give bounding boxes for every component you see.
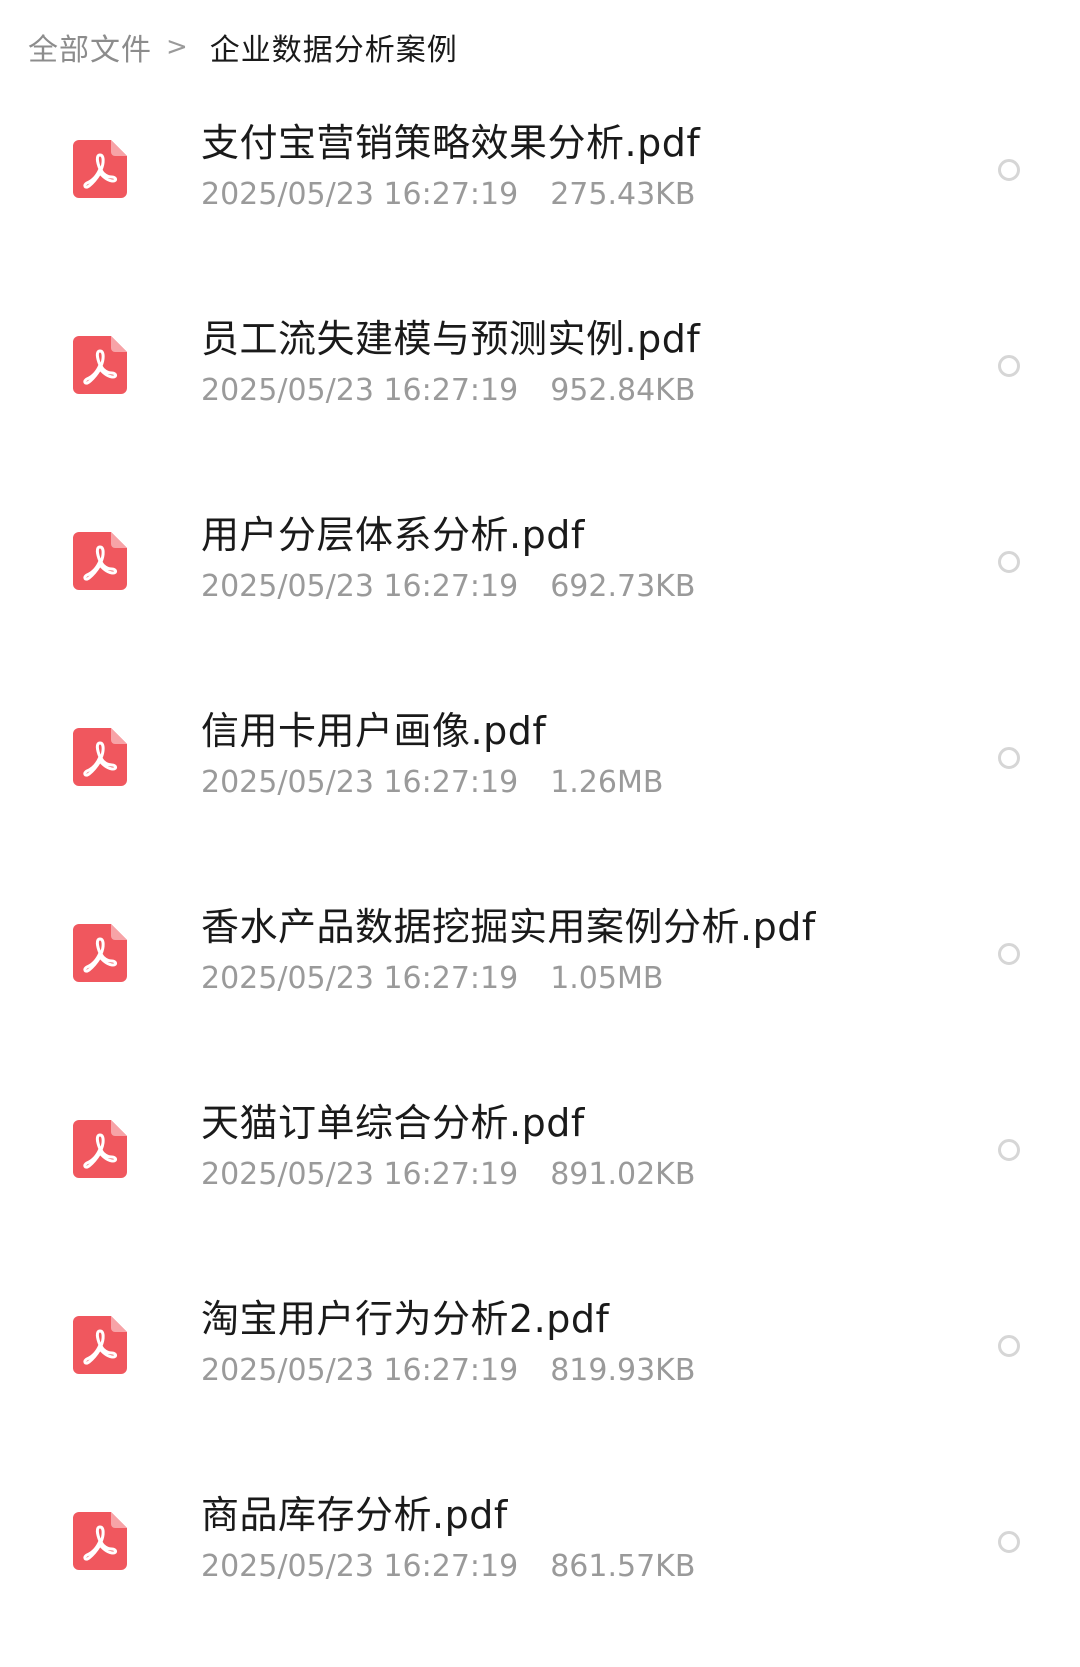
file-date: 2025/05/23 16:27:19: [201, 177, 519, 212]
file-meta: 2025/05/23 16:27:19 1.05MB: [201, 961, 663, 996]
select-radio[interactable]: [998, 1139, 1020, 1161]
breadcrumb-root-link[interactable]: 全部文件: [28, 25, 152, 69]
file-browser-page: 全部文件 > 企业数据分析案例 支付宝营销策略效果分析.pdf 2025/05/…: [0, 0, 1080, 1667]
pdf-file-icon: [73, 728, 127, 786]
file-size: 692.73KB: [550, 569, 696, 604]
file-name: 天猫订单综合分析.pdf: [201, 1101, 585, 1145]
select-radio[interactable]: [998, 159, 1020, 181]
file-name: 支付宝营销策略效果分析.pdf: [201, 121, 701, 165]
file-date: 2025/05/23 16:27:19: [201, 961, 519, 996]
file-row[interactable]: 香水产品数据挖掘实用案例分析.pdf 2025/05/23 16:27:19 1.…: [0, 882, 1080, 1078]
pdf-file-icon: [73, 140, 127, 198]
pdf-file-icon: [73, 1316, 127, 1374]
file-row[interactable]: 信用卡用户画像.pdf 2025/05/23 16:27:19 1.26MB: [0, 686, 1080, 882]
file-name: 香水产品数据挖掘实用案例分析.pdf: [201, 905, 816, 949]
breadcrumb: 全部文件 > 企业数据分析案例: [28, 22, 458, 72]
select-radio[interactable]: [998, 1531, 1020, 1553]
breadcrumb-current-folder: 企业数据分析案例: [209, 33, 458, 68]
file-meta: 2025/05/23 16:27:19 692.73KB: [201, 569, 695, 604]
file-date: 2025/05/23 16:27:19: [201, 765, 519, 800]
file-row[interactable]: 员工流失建模与预测实例.pdf 2025/05/23 16:27:19 952.8…: [0, 294, 1080, 490]
file-meta: 2025/05/23 16:27:19 861.57KB: [201, 1549, 695, 1584]
file-row[interactable]: 商品库存分析.pdf 2025/05/23 16:27:19 861.57KB: [0, 1470, 1080, 1666]
file-meta: 2025/05/23 16:27:19 275.43KB: [201, 177, 695, 212]
file-meta: 2025/05/23 16:27:19 819.93KB: [201, 1353, 695, 1388]
file-name: 商品库存分析.pdf: [201, 1493, 508, 1537]
file-size: 952.84KB: [550, 373, 696, 408]
file-list: 支付宝营销策略效果分析.pdf 2025/05/23 16:27:19 275.4…: [0, 98, 1080, 1666]
file-name: 用户分层体系分析.pdf: [201, 513, 585, 557]
file-name: 淘宝用户行为分析2.pdf: [201, 1297, 610, 1341]
select-radio[interactable]: [998, 747, 1020, 769]
pdf-file-icon: [73, 1512, 127, 1570]
file-date: 2025/05/23 16:27:19: [201, 373, 519, 408]
file-size: 861.57KB: [550, 1549, 696, 1584]
file-date: 2025/05/23 16:27:19: [201, 1353, 519, 1388]
select-radio[interactable]: [998, 551, 1020, 573]
pdf-file-icon: [73, 924, 127, 982]
file-name: 信用卡用户画像.pdf: [201, 709, 547, 753]
pdf-file-icon: [73, 532, 127, 590]
file-size: 1.26MB: [550, 765, 664, 800]
file-meta: 2025/05/23 16:27:19 891.02KB: [201, 1157, 695, 1192]
file-row[interactable]: 用户分层体系分析.pdf 2025/05/23 16:27:19 692.73KB: [0, 490, 1080, 686]
pdf-file-icon: [73, 336, 127, 394]
file-size: 819.93KB: [550, 1353, 696, 1388]
breadcrumb-separator: >: [166, 32, 188, 62]
file-size: 891.02KB: [550, 1157, 696, 1192]
file-row[interactable]: 淘宝用户行为分析2.pdf 2025/05/23 16:27:19 819.93K…: [0, 1274, 1080, 1470]
file-date: 2025/05/23 16:27:19: [201, 1549, 519, 1584]
pdf-file-icon: [73, 1120, 127, 1178]
select-radio[interactable]: [998, 1335, 1020, 1357]
file-name: 员工流失建模与预测实例.pdf: [201, 317, 701, 361]
file-date: 2025/05/23 16:27:19: [201, 569, 519, 604]
file-row[interactable]: 支付宝营销策略效果分析.pdf 2025/05/23 16:27:19 275.4…: [0, 98, 1080, 294]
select-radio[interactable]: [998, 943, 1020, 965]
file-meta: 2025/05/23 16:27:19 1.26MB: [201, 765, 663, 800]
file-row[interactable]: 天猫订单综合分析.pdf 2025/05/23 16:27:19 891.02KB: [0, 1078, 1080, 1274]
file-size: 275.43KB: [550, 177, 696, 212]
file-size: 1.05MB: [550, 961, 664, 996]
file-date: 2025/05/23 16:27:19: [201, 1157, 519, 1192]
select-radio[interactable]: [998, 355, 1020, 377]
file-meta: 2025/05/23 16:27:19 952.84KB: [201, 373, 695, 408]
